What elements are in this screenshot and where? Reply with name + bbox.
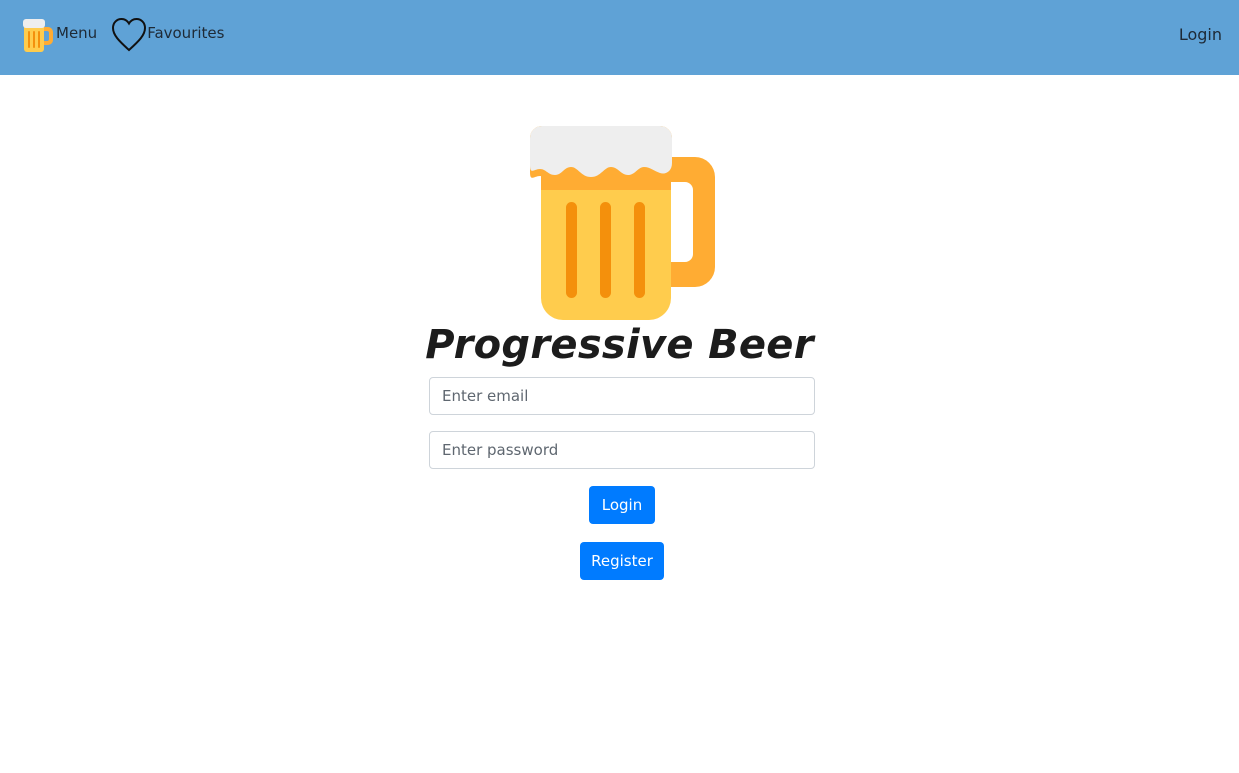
nav-menu-label: Menu: [56, 23, 98, 42]
login-button[interactable]: Login: [589, 486, 655, 524]
top-navbar: Menu Favourites Login: [0, 0, 1239, 75]
page-title: Progressive Beer: [425, 322, 814, 368]
password-field[interactable]: [429, 431, 815, 469]
nav-login-link[interactable]: Login: [1179, 25, 1222, 44]
heart-outline-icon: [111, 17, 147, 53]
register-button[interactable]: Register: [580, 542, 664, 580]
nav-left-group: Menu Favourites: [22, 17, 224, 53]
email-field[interactable]: [429, 377, 815, 415]
nav-menu-link[interactable]: Menu: [22, 17, 97, 53]
nav-favourites-link[interactable]: Favourites: [111, 17, 224, 53]
beer-mug-icon: [22, 17, 56, 53]
hero-beer-mug-icon: [520, 120, 720, 325]
nav-favourites-label: Favourites: [147, 23, 225, 42]
